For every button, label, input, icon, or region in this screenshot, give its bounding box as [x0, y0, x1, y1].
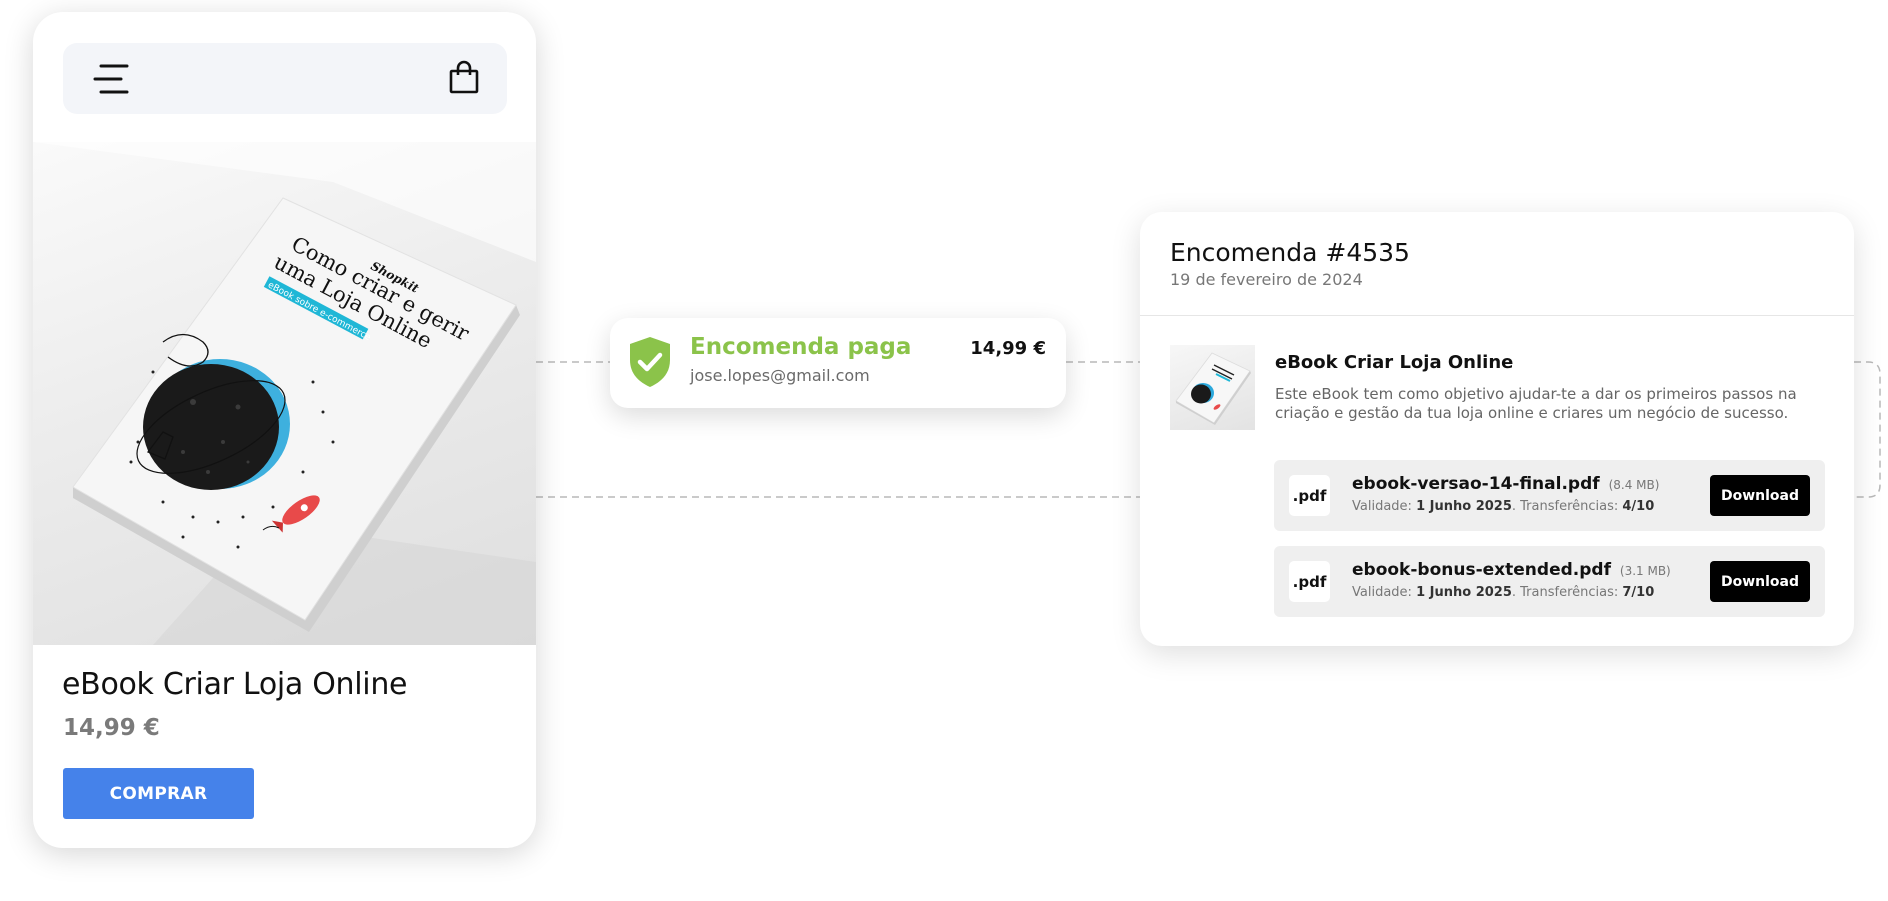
transfers-value: 4/10 — [1622, 499, 1655, 514]
download-button[interactable]: Download — [1710, 561, 1810, 602]
notification-amount: 14,99 € — [970, 338, 1046, 359]
file-name: ebook-bonus-extended.pdf — [1352, 560, 1611, 580]
file-type-badge: .pdf — [1289, 561, 1330, 602]
file-name-line: ebook-bonus-extended.pdf (3.1 MB) — [1352, 560, 1671, 580]
stage: Shopkit Como criar e gerir uma Loja Onli… — [0, 0, 1888, 901]
ebook-cover-illustration: Shopkit Como criar e gerir uma Loja Onli… — [33, 142, 536, 645]
file-name: ebook-versao-14-final.pdf — [1352, 474, 1600, 494]
order-date: 19 de fevereiro de 2024 — [1170, 270, 1363, 289]
transfers-value: 7/10 — [1622, 585, 1655, 600]
payment-notification: Encomenda paga jose.lopes@gmail.com 14,9… — [610, 318, 1066, 408]
product-phone-card: Shopkit Como criar e gerir uma Loja Onli… — [33, 12, 536, 848]
shield-check-icon — [630, 337, 670, 387]
file-size: (8.4 MB) — [1608, 478, 1660, 492]
notification-title: Encomenda paga — [690, 334, 912, 360]
transfers-label: Transferências: — [1520, 585, 1619, 600]
validity-value: 1 Junho 2025 — [1416, 585, 1512, 600]
file-size: (3.1 MB) — [1619, 564, 1671, 578]
product-image: Shopkit Como criar e gerir uma Loja Onli… — [33, 142, 536, 645]
validity-label: Validade: — [1352, 585, 1412, 600]
order-panel: Encomenda #4535 19 de fevereiro de 2024 … — [1140, 212, 1854, 646]
buy-button[interactable]: COMPRAR — [63, 768, 254, 819]
validity-label: Validade: — [1352, 499, 1412, 514]
validity-value: 1 Junho 2025 — [1416, 499, 1512, 514]
order-header: Encomenda #4535 19 de fevereiro de 2024 — [1140, 212, 1854, 316]
order-title: Encomenda #4535 — [1170, 238, 1410, 267]
order-product-title: eBook Criar Loja Online — [1275, 352, 1514, 373]
product-title: eBook Criar Loja Online — [62, 667, 408, 702]
file-meta: Validade: 1 Junho 2025. Transferências: … — [1352, 499, 1655, 514]
download-button[interactable]: Download — [1710, 475, 1810, 516]
product-price: 14,99 € — [63, 715, 160, 741]
shopping-bag-icon[interactable] — [449, 60, 479, 94]
file-name-line: ebook-versao-14-final.pdf (8.4 MB) — [1352, 474, 1659, 494]
file-row: .pdf ebook-bonus-extended.pdf (3.1 MB) V… — [1274, 546, 1825, 617]
notification-email: jose.lopes@gmail.com — [690, 366, 870, 385]
order-product-description: Este eBook tem como objetivo ajudar-te a… — [1275, 385, 1797, 422]
transfers-label: Transferências: — [1520, 499, 1619, 514]
phone-top-bar — [63, 43, 507, 114]
file-type-badge: .pdf — [1289, 475, 1330, 516]
menu-icon[interactable] — [93, 63, 129, 95]
file-row: .pdf ebook-versao-14-final.pdf (8.4 MB) … — [1274, 460, 1825, 531]
order-product-thumbnail — [1170, 345, 1255, 430]
ebook-thumbnail-illustration — [1175, 352, 1251, 425]
file-meta: Validade: 1 Junho 2025. Transferências: … — [1352, 585, 1655, 600]
